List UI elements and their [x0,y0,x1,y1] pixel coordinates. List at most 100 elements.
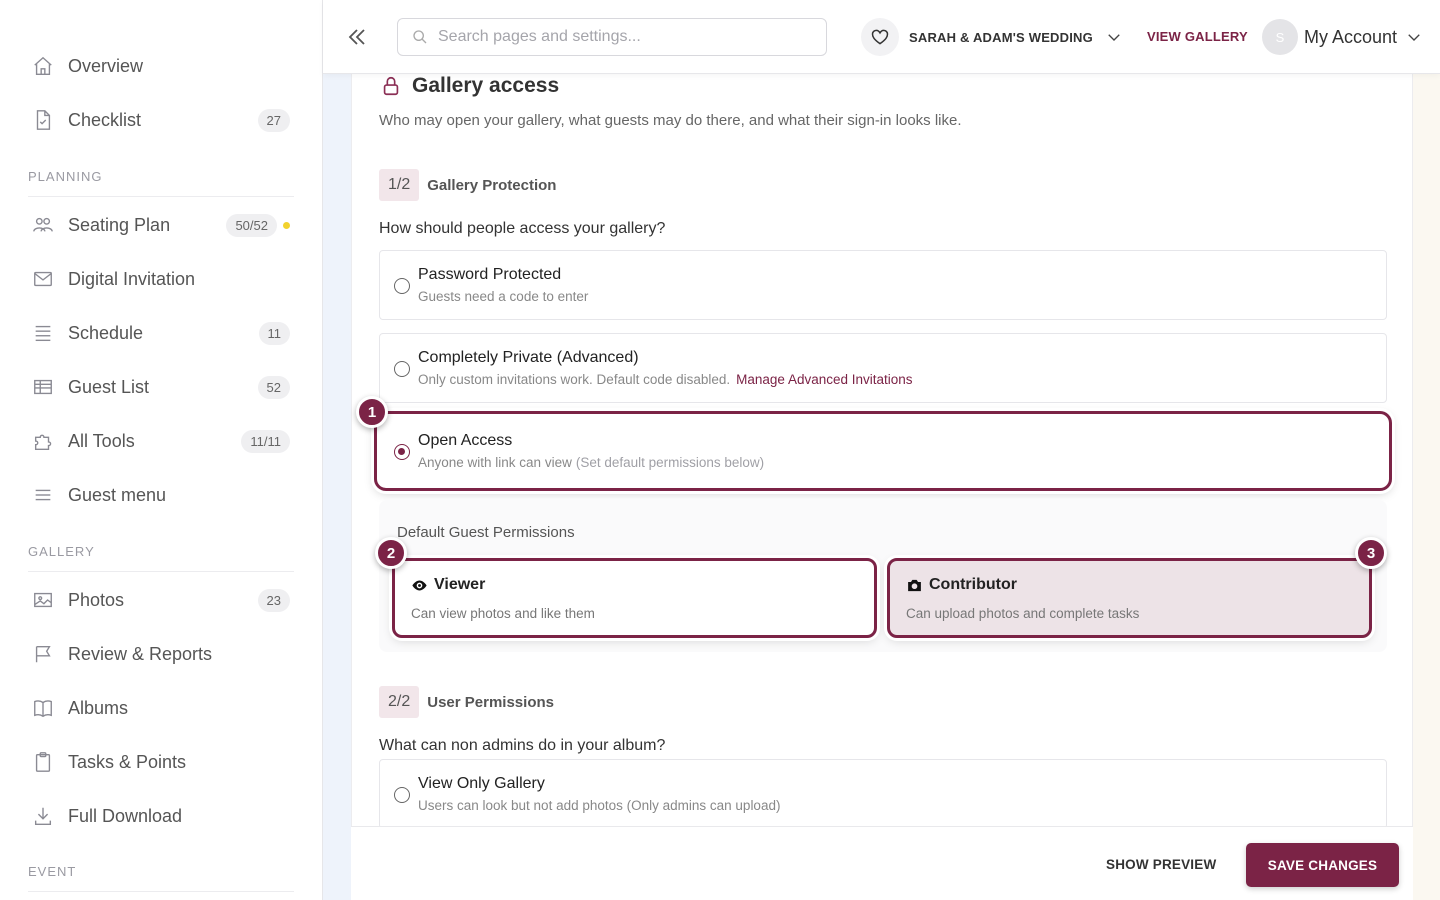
permission-desc: Can view photos and like them [411,606,595,621]
count-badge: 52 [257,375,290,399]
people-icon [28,214,60,236]
sidebar-item-review-reports[interactable]: Review & Reports [28,632,294,676]
sidebar-item-label: Overview [68,55,144,76]
sidebar-item-label: All Tools [68,430,135,451]
option-desc-text: Only custom invitations work. Default co… [418,372,731,387]
page-subtitle: Who may open your gallery, what guests m… [379,112,962,129]
option-title: Password Protected [418,266,562,283]
count-badge: 11 [258,321,290,345]
view-gallery-link[interactable]: VIEW GALLERY [1147,29,1248,44]
option-desc-text: Anyone with link can view [418,455,572,470]
double-chevron-left-icon [348,29,365,45]
section-title-event: EVENT [28,864,294,892]
eye-icon [412,580,427,590]
checklist-icon [28,109,60,131]
avatar: S [1262,19,1298,55]
option-password-protected[interactable]: Password Protected Guests need a code to… [379,250,1387,320]
option-desc: Only custom invitations work. Default co… [418,372,913,387]
home-icon [28,55,60,77]
count-badge: 23 [257,588,290,612]
action-footer: SHOW PREVIEW SAVE CHANGES [351,826,1413,900]
sidebar-item-label: Photos [68,589,125,610]
account-menu[interactable]: S My Account [1262,18,1423,56]
gallery-access-card: Gallery access Who may open your gallery… [351,74,1413,900]
menu-icon [28,484,60,506]
permission-contributor-card[interactable]: Contributor Can upload photos and comple… [887,558,1372,638]
sidebar-item-label: Full Download [68,805,183,826]
option-desc: Users can look but not add photos (Only … [418,798,781,813]
save-changes-button[interactable]: SAVE CHANGES [1246,843,1399,887]
chevron-down-icon [1408,34,1420,41]
option-title: View Only Gallery [418,775,545,792]
access-question: How should people access your gallery? [379,220,666,237]
sidebar-item-overview[interactable]: Overview [28,44,294,88]
radio-button[interactable] [394,787,410,803]
option-title: Completely Private (Advanced) [418,349,639,366]
manage-advanced-invitations-link[interactable]: Manage Advanced Invitations [736,372,912,387]
table-icon [28,376,60,398]
clipboard-icon [28,751,60,773]
step-marker-3: 3 [1355,537,1387,569]
flag-icon [28,643,60,665]
event-selector[interactable]: SARAH & ADAM'S WEDDING [861,18,1123,56]
show-preview-button[interactable]: SHOW PREVIEW [1106,857,1216,872]
sidebar-item-seating-plan[interactable]: Seating Plan 50/52 [28,203,294,247]
sidebar-item-label: Tasks & Points [68,751,187,772]
download-icon [28,805,60,827]
sidebar-item-guest-list[interactable]: Guest List 52 [28,365,294,409]
search-box[interactable] [397,18,827,56]
sidebar-item-label: Guest List [68,376,150,397]
step-badge: 1/2 [379,169,420,201]
permission-title-text: Viewer [434,576,486,593]
section-title-gallery: GALLERY [28,544,294,572]
sidebar: Overview Checklist 27 PLANNING Seating P… [0,0,323,900]
permission-title-text: Contributor [929,576,1017,593]
step-badge: 2/2 [379,686,420,718]
sidebar-item-all-tools[interactable]: All Tools 11/11 [28,419,294,463]
chevron-down-icon [1108,34,1120,41]
option-title: Open Access [418,432,513,449]
sidebar-item-label: Guest menu [68,484,167,505]
sidebar-item-label: Review & Reports [68,643,213,664]
radio-button-selected[interactable] [394,444,410,460]
option-open-access[interactable]: Open Access Anyone with link can view (Se… [379,416,1387,486]
top-header: SARAH & ADAM'S WEDDING VIEW GALLERY S My… [323,0,1440,74]
sidebar-item-label: Digital Invitation [68,268,196,289]
image-icon [28,589,60,611]
puzzle-icon [28,430,60,452]
sidebar-item-label: Albums [68,697,129,718]
step-gallery-protection: 1/2 Gallery Protection [379,169,556,201]
search-input[interactable] [438,28,808,46]
option-hint: (Set default permissions below) [575,455,765,470]
option-view-only-gallery[interactable]: View Only Gallery Users can look but not… [379,759,1387,829]
option-completely-private[interactable]: Completely Private (Advanced) Only custo… [379,333,1387,403]
permission-viewer-card[interactable]: Viewer Can view photos and like them [392,558,877,638]
radio-button[interactable] [394,278,410,294]
permission-title: Viewer [411,576,485,594]
step-title: User Permissions [427,693,554,711]
status-dot [283,221,290,229]
sidebar-item-albums[interactable]: Albums [28,686,294,730]
sidebar-item-tasks-points[interactable]: Tasks & Points [28,740,294,784]
sidebar-item-schedule[interactable]: Schedule 11 [28,311,294,355]
permission-title: Contributor [906,576,1017,594]
sidebar-item-guest-menu[interactable]: Guest menu [28,473,294,517]
sidebar-item-full-download[interactable]: Full Download [28,794,294,838]
count-badge: 27 [257,108,290,132]
user-permissions-question: What can non admins do in your album? [379,737,666,754]
step-marker-2: 2 [375,537,407,569]
default-permissions-panel: Default Guest Permissions Viewer Can vie… [379,500,1387,652]
sidebar-item-label: Seating Plan [68,214,171,235]
option-desc: Anyone with link can view (Set default pe… [418,455,764,470]
sidebar-item-digital-invitation[interactable]: Digital Invitation [28,257,294,301]
page-title: Gallery access [412,74,560,97]
sidebar-item-photos[interactable]: Photos 23 [28,578,294,622]
camera-icon [908,579,921,591]
sidebar-item-label: Checklist [68,109,142,130]
count-badge: 11/11 [241,429,290,453]
sidebar-item-checklist[interactable]: Checklist 27 [28,98,294,142]
mail-icon [28,268,60,290]
radio-button[interactable] [394,361,410,377]
collapse-sidebar-button[interactable] [343,22,371,52]
step-user-permissions: 2/2 User Permissions [379,686,554,718]
